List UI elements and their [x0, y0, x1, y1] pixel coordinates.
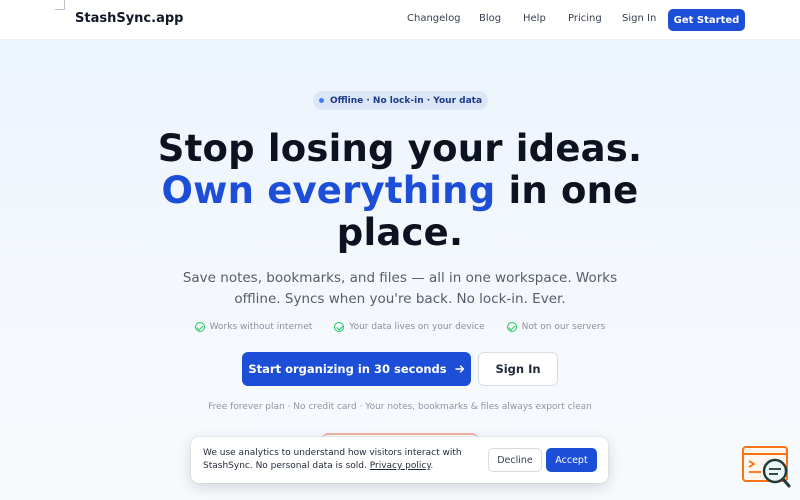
- decline-button[interactable]: Decline: [488, 448, 542, 472]
- cookie-banner: We use analytics to understand how visit…: [191, 437, 608, 483]
- check-circle-icon: [506, 322, 517, 332]
- nav-blog[interactable]: Blog: [479, 13, 501, 24]
- headline-line1: Stop losing your ideas.: [157, 127, 643, 170]
- hero-sign-in-button[interactable]: Sign In: [478, 352, 558, 386]
- cookie-text: We use analytics to understand how visit…: [203, 448, 462, 471]
- accept-button[interactable]: Accept: [546, 448, 597, 472]
- hero-subtext: Save notes, bookmarks, and files — all i…: [182, 270, 618, 307]
- hero-headline: Stop losing your ideas. Own everything i…: [100, 128, 700, 254]
- check-circle-icon: [334, 322, 345, 332]
- check-circle-icon: [194, 322, 205, 332]
- check-label: Your data lives on your device: [349, 322, 485, 332]
- pill-text: Offline · No lock-in · Your data: [329, 95, 483, 106]
- privacy-policy-link[interactable]: Privacy policy: [370, 461, 431, 471]
- check-label: Works without internet: [209, 322, 313, 332]
- brand-name[interactable]: StashSync.app: [75, 11, 183, 26]
- broken-logo-image: [55, 0, 65, 10]
- nav-changelog[interactable]: Changelog: [407, 13, 461, 24]
- check-label: Not on our servers: [521, 322, 606, 332]
- start-organizing-label: Start organizing in 30 seconds: [248, 362, 447, 376]
- feature-pill: Offline · No lock-in · Your data: [313, 91, 488, 110]
- pill-dot-icon: [318, 98, 324, 103]
- check-item: Your data lives on your device: [334, 320, 485, 334]
- fine-print: Free forever plan · No credit card · You…: [208, 402, 592, 412]
- start-organizing-button[interactable]: Start organizing in 30 seconds: [242, 352, 471, 386]
- site-header: StashSync.app Changelog Blog Help Pricin…: [0, 0, 800, 40]
- search-chat-icon: [742, 446, 791, 488]
- feature-checks: Works without internet Your data lives o…: [0, 320, 800, 334]
- check-item: Works without internet: [194, 320, 313, 334]
- support-widget[interactable]: [741, 445, 791, 490]
- arrow-right-icon: [454, 365, 464, 373]
- nav-sign-in[interactable]: Sign In: [622, 13, 656, 24]
- headline-accent: Own everything: [161, 169, 496, 212]
- nav-help[interactable]: Help: [523, 13, 546, 24]
- check-item: Not on our servers: [506, 320, 606, 334]
- get-started-button[interactable]: Get Started: [668, 9, 745, 31]
- nav-pricing[interactable]: Pricing: [568, 13, 602, 24]
